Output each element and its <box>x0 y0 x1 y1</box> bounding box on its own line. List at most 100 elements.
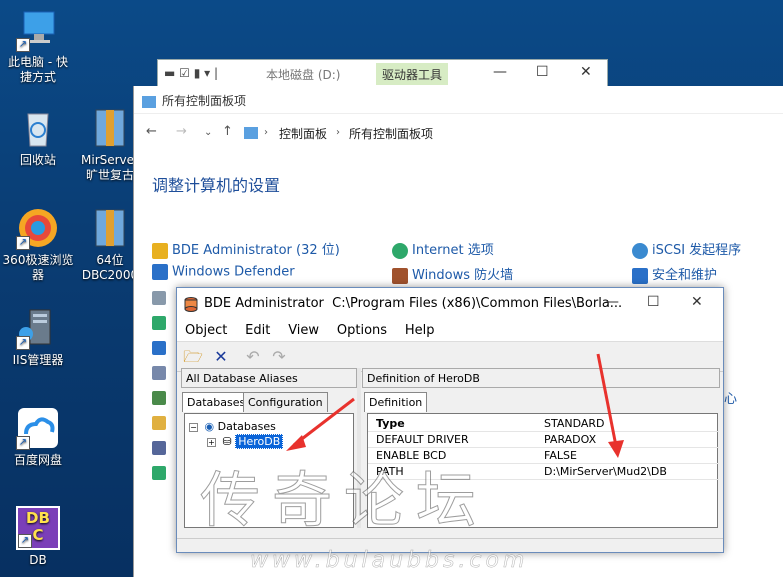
alias-icon: ⛁ <box>222 435 232 448</box>
forward-button[interactable]: → <box>176 124 187 139</box>
shortcut-arrow-icon: ↗ <box>16 336 30 350</box>
definition-row[interactable]: DEFAULT DRIVER PARADOX <box>368 432 719 448</box>
watermark-url: www.bulaubbs.com <box>250 548 529 574</box>
breadcrumb-item[interactable]: 控制面板 <box>279 125 327 142</box>
maximize-button[interactable]: ☐ <box>536 64 549 80</box>
breadcrumb-separator: › <box>336 127 340 138</box>
bde-title: BDE Administrator C:\Program Files (x86)… <box>204 296 623 311</box>
archive-icon <box>88 206 132 250</box>
left-pane-header: All Database Aliases <box>181 368 357 388</box>
menu-object[interactable]: Object <box>185 320 227 341</box>
expand-toggle-icon[interactable]: + <box>207 437 216 447</box>
shortcut-arrow-icon: ↗ <box>18 534 32 548</box>
item-icon <box>152 366 166 380</box>
desktop-icon-iis-manager[interactable]: ↗ IIS管理器 <box>0 306 76 368</box>
browser-icon: ↗ <box>16 206 60 250</box>
tree-label-selected: HeroDB <box>235 434 284 449</box>
desktop-icon-label: 360极速浏览 器 <box>2 253 74 282</box>
close-button[interactable]: ✕ <box>580 64 592 80</box>
item-icon <box>152 391 166 405</box>
cp-item-windows-defender[interactable]: Windows Defender <box>152 264 295 280</box>
menu-help[interactable]: Help <box>405 320 435 341</box>
dbc-logo-icon: DB C ↗ <box>16 506 60 550</box>
desktop-icon-recycle-bin[interactable]: 回收站 <box>0 106 76 168</box>
annotation-arrow-right <box>596 353 624 458</box>
tree-label: Databases <box>217 420 276 433</box>
shortcut-arrow-icon: ↗ <box>16 436 30 450</box>
explorer-title: 本地磁盘 (D:) <box>266 68 341 82</box>
computer-icon: ↗ <box>16 8 60 52</box>
control-panel-icon <box>142 95 156 108</box>
cp-item-bde-administrator[interactable]: BDE Administrator (32 位) <box>152 239 340 259</box>
desktop-icon-label: DB <box>29 553 47 567</box>
desktop-icon-baidu-netdisk[interactable]: ↗ 百度网盘 <box>0 406 76 468</box>
gear-icon <box>152 242 168 259</box>
tree-node-databases[interactable]: − ◉ Databases <box>189 420 276 433</box>
database-group-icon: ◉ <box>204 420 215 433</box>
tree-node-herodb[interactable]: + ⛁ HeroDB <box>207 434 284 449</box>
address-bar[interactable]: ← → ⌄ ↑ › 控制面板 › 所有控制面板项 <box>134 120 783 144</box>
right-pane-header: Definition of HeroDB <box>362 368 720 388</box>
quick-access-toolbar[interactable]: ▬ ☑ ▮ ▾ | <box>164 66 218 80</box>
network-icon <box>632 242 648 259</box>
bde-titlebar: BDE Administrator C:\Program Files (x86)… <box>177 288 723 320</box>
undo-icon[interactable]: ↶ <box>243 348 263 366</box>
ribbon-tab-drive-tools[interactable]: 驱动器工具 <box>376 63 449 85</box>
breadcrumb-item[interactable]: 所有控制面板项 <box>349 125 433 142</box>
archive-icon <box>88 106 132 150</box>
shortcut-arrow-icon: ↗ <box>16 236 30 250</box>
desktop-icon-label: 回收站 <box>19 153 56 167</box>
shortcut-arrow-icon: ↗ <box>16 38 30 52</box>
desktop-icon-this-pc[interactable]: ↗ 此电脑 - 快 捷方式 <box>0 8 76 85</box>
window-title: 所有控制面板项 <box>162 94 247 108</box>
recycle-bin-icon <box>16 106 60 150</box>
annotation-arrow-left <box>286 397 355 451</box>
globe-icon <box>392 242 408 259</box>
delete-icon[interactable]: ✕ <box>211 348 231 366</box>
cp-item-internet-options[interactable]: Internet 选项 <box>392 239 494 259</box>
definition-row[interactable]: Type STANDARD <box>368 416 719 432</box>
tab-definition[interactable]: Definition <box>364 392 428 412</box>
menu-bar: Object Edit View Options Help <box>177 320 723 342</box>
redo-icon[interactable]: ↷ <box>269 348 289 366</box>
database-icon <box>184 297 198 312</box>
item-icon <box>152 441 166 455</box>
cp-item-iscsi[interactable]: iSCSI 发起程序 <box>632 239 741 259</box>
open-folder-icon[interactable]: 🗁 <box>183 348 203 366</box>
close-button[interactable]: ✕ <box>691 294 703 310</box>
desktop-icon-label: 百度网盘 <box>13 453 62 467</box>
item-icon <box>152 291 166 305</box>
minimize-button[interactable]: — <box>605 294 619 310</box>
server-icon: ↗ <box>16 306 60 350</box>
breadcrumb-separator: › <box>264 127 268 138</box>
cp-item-fragment[interactable]: 心 <box>724 388 737 407</box>
item-icon <box>152 341 166 355</box>
item-icon <box>152 416 166 430</box>
watermark: 传奇论坛 <box>200 466 488 537</box>
shield-icon <box>152 264 168 280</box>
recent-dropdown[interactable]: ⌄ <box>204 127 212 138</box>
collapse-toggle-icon[interactable]: − <box>189 422 198 432</box>
up-button[interactable]: ↑ <box>222 124 233 139</box>
item-icon <box>152 466 166 480</box>
menu-view[interactable]: View <box>288 320 319 341</box>
desktop-icon-label: IIS管理器 <box>12 353 64 367</box>
maximize-button[interactable]: ☐ <box>647 294 660 310</box>
page-heading: 调整计算机的设置 <box>152 176 281 195</box>
cp-item-windows-firewall[interactable]: Windows 防火墙 <box>392 264 513 284</box>
cloud-icon: ↗ <box>16 406 60 450</box>
back-button[interactable]: ← <box>146 124 157 139</box>
desktop-icon-db[interactable]: DB C ↗ DB <box>0 506 76 568</box>
desktop-icon-label: 此电脑 - 快 捷方式 <box>8 55 68 84</box>
item-icon <box>152 316 166 330</box>
control-panel-icon <box>244 127 258 139</box>
desktop-icon-360-browser[interactable]: ↗ 360极速浏览 器 <box>0 206 76 283</box>
tab-databases[interactable]: Databases <box>182 392 251 412</box>
menu-edit[interactable]: Edit <box>245 320 270 341</box>
explorer-window[interactable]: ▬ ☑ ▮ ▾ | 本地磁盘 (D:) 驱动器工具 — ☐ ✕ <box>157 59 608 89</box>
firewall-icon <box>392 267 408 284</box>
minimize-button[interactable]: — <box>493 64 507 80</box>
control-panel-titlebar: 所有控制面板项 <box>134 86 783 114</box>
menu-options[interactable]: Options <box>337 320 387 341</box>
cp-item-security-maintenance[interactable]: 安全和维护 <box>632 264 717 284</box>
